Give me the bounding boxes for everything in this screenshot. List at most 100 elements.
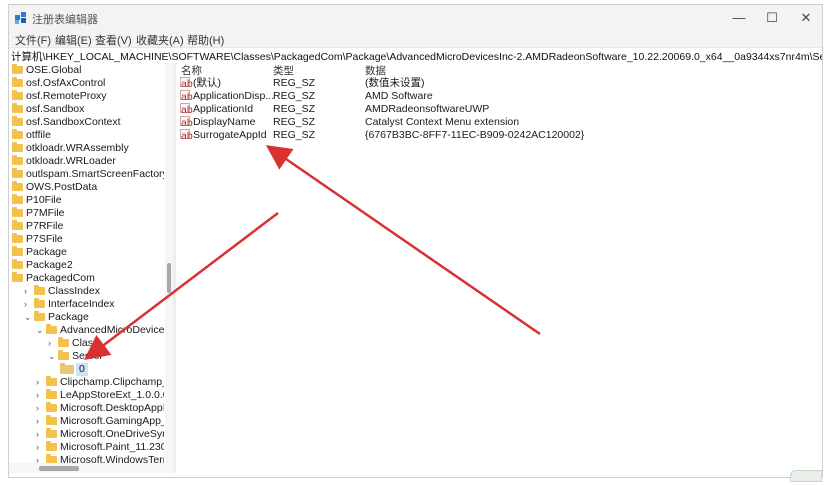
tree-item[interactable]: › Class bbox=[9, 337, 164, 350]
tree-item-label[interactable]: ClassIndex bbox=[48, 285, 100, 298]
tree-item-label[interactable]: osf.SandboxContext bbox=[26, 116, 121, 129]
tree-item[interactable]: 0 bbox=[9, 363, 164, 376]
pane-splitter[interactable] bbox=[173, 63, 176, 473]
tree-item-label[interactable]: Microsoft.Paint_11.2301.2 bbox=[60, 441, 164, 454]
tree-item-label[interactable]: Package bbox=[26, 246, 67, 259]
key-tree[interactable]: OSE.Global osf.OsfAxControl osf.RemoteProx… bbox=[9, 63, 164, 463]
tree-item-label[interactable]: PackagedCom bbox=[26, 272, 95, 285]
tree-item-label[interactable]: Microsoft.GamingApp_230 bbox=[60, 415, 164, 428]
minimize-button[interactable]: — bbox=[722, 8, 756, 28]
tree-item-label[interactable]: osf.RemoteProxy bbox=[26, 90, 107, 103]
chevron-down-icon[interactable]: ⌄ bbox=[24, 311, 32, 324]
tree-item[interactable]: OWS.PostData bbox=[9, 181, 164, 194]
tree-item-label[interactable]: P7SFile bbox=[26, 233, 63, 246]
maximize-button[interactable]: ☐ bbox=[755, 8, 789, 28]
chevron-right-icon[interactable]: › bbox=[48, 337, 51, 350]
tree-item-label[interactable]: Clipchamp.Clipchamp_2.2. bbox=[60, 376, 164, 389]
tree-item-label[interactable]: Microsoft.OneDriveSync_2 bbox=[60, 428, 164, 441]
value-row[interactable]: ab (默认) REG_SZ (数值未设置) bbox=[177, 77, 822, 90]
value-row[interactable]: ab ApplicationId REG_SZ AMDRadeonsoftwareUW… bbox=[177, 103, 822, 116]
tree-vertical-scrollbar[interactable] bbox=[165, 63, 173, 463]
chevron-right-icon[interactable]: › bbox=[36, 415, 39, 428]
tree-item[interactable]: › Clipchamp.Clipchamp_2.2. bbox=[9, 376, 164, 389]
tree-item-label[interactable]: P7RFile bbox=[26, 220, 63, 233]
tree-item-label[interactable]: 0 bbox=[76, 363, 88, 376]
chevron-right-icon[interactable]: › bbox=[36, 454, 39, 463]
tree-item-label[interactable]: otkloadr.WRLoader bbox=[26, 155, 116, 168]
tree-item[interactable]: P10File bbox=[9, 194, 164, 207]
tree-item[interactable]: P7SFile bbox=[9, 233, 164, 246]
tree-item-label[interactable]: osf.Sandbox bbox=[26, 103, 84, 116]
value-name[interactable]: DisplayName bbox=[193, 116, 255, 129]
tree-vertical-scroll-thumb[interactable] bbox=[167, 263, 171, 293]
value-name[interactable]: ApplicationId bbox=[193, 103, 253, 116]
menu-help[interactable]: 帮助(H) bbox=[187, 32, 224, 48]
tree-item[interactable]: ⌄ Package bbox=[9, 311, 164, 324]
chevron-down-icon[interactable]: ⌄ bbox=[48, 350, 56, 363]
chevron-right-icon[interactable]: › bbox=[36, 402, 39, 415]
tree-item[interactable]: P7MFile bbox=[9, 207, 164, 220]
chevron-right-icon[interactable]: › bbox=[36, 389, 39, 402]
tree-item-label[interactable]: OSE.Global bbox=[26, 64, 81, 77]
tree-item-label[interactable]: otffile bbox=[26, 129, 51, 142]
tree-item[interactable]: otkloadr.WRAssembly bbox=[9, 142, 164, 155]
tree-item[interactable]: osf.Sandbox bbox=[9, 103, 164, 116]
tree-item-label[interactable]: Microsoft.WindowsTermin bbox=[60, 454, 164, 463]
tree-item[interactable]: › LeAppStoreExt_1.0.0.0_x64 bbox=[9, 389, 164, 402]
address-path[interactable]: 计算机\HKEY_LOCAL_MACHINE\SOFTWARE\Classes\… bbox=[11, 49, 822, 64]
value-name[interactable]: ApplicationDisp... bbox=[193, 90, 274, 103]
tree-item-label[interactable]: outlspam.SmartScreenFactoryO bbox=[26, 168, 164, 181]
tree-item[interactable]: › InterfaceIndex bbox=[9, 298, 164, 311]
tree-item[interactable]: › Microsoft.OneDriveSync_2 bbox=[9, 428, 164, 441]
tree-item[interactable]: ⌄ AdvancedMicroDevicesInc bbox=[9, 324, 164, 337]
tree-item-label[interactable]: P10File bbox=[26, 194, 62, 207]
chevron-right-icon[interactable]: › bbox=[36, 376, 39, 389]
tree-item-label[interactable]: otkloadr.WRAssembly bbox=[26, 142, 129, 155]
value-row[interactable]: ab SurrogateAppId REG_SZ {6767B3BC-8FF7-11E… bbox=[177, 129, 822, 142]
tree-item[interactable]: outlspam.SmartScreenFactoryO bbox=[9, 168, 164, 181]
tree-item[interactable]: › Microsoft.WindowsTermin bbox=[9, 454, 164, 463]
tree-item-label[interactable]: Microsoft.DesktopAppInst bbox=[60, 402, 164, 415]
value-list[interactable]: 名称 类型 数据 ab (默认) REG_SZ (数值未设置) ab Applicatio… bbox=[177, 63, 822, 473]
column-header-type[interactable]: 类型 bbox=[273, 63, 294, 78]
chevron-right-icon[interactable]: › bbox=[24, 285, 27, 298]
tree-item[interactable]: PackagedCom bbox=[9, 272, 164, 285]
value-row[interactable]: ab DisplayName REG_SZ Catalyst Context Menu… bbox=[177, 116, 822, 129]
tree-item-label[interactable]: AdvancedMicroDevicesInc bbox=[60, 324, 164, 337]
tree-item[interactable]: Package2 bbox=[9, 259, 164, 272]
tree-item[interactable]: › ClassIndex bbox=[9, 285, 164, 298]
tree-item[interactable]: otffile bbox=[9, 129, 164, 142]
column-header-data[interactable]: 数据 bbox=[365, 63, 386, 78]
chevron-right-icon[interactable]: › bbox=[24, 298, 27, 311]
menu-file[interactable]: 文件(F) bbox=[15, 32, 51, 48]
tree-item[interactable]: OSE.Global bbox=[9, 64, 164, 77]
tree-item-label[interactable]: osf.OsfAxControl bbox=[26, 77, 105, 90]
tree-item[interactable]: › Microsoft.DesktopAppInst bbox=[9, 402, 164, 415]
tree-item-label[interactable]: LeAppStoreExt_1.0.0.0_x64 bbox=[60, 389, 164, 402]
column-header-name[interactable]: 名称 bbox=[181, 63, 202, 78]
tree-item-label[interactable]: Package2 bbox=[26, 259, 73, 272]
tree-item-label[interactable]: P7MFile bbox=[26, 207, 65, 220]
tree-horizontal-scrollbar[interactable] bbox=[9, 463, 173, 473]
close-button[interactable]: ✕ bbox=[789, 8, 822, 28]
value-name[interactable]: SurrogateAppId bbox=[193, 129, 267, 142]
tree-item[interactable]: osf.OsfAxControl bbox=[9, 77, 164, 90]
menu-edit[interactable]: 编辑(E) bbox=[55, 32, 92, 48]
chevron-right-icon[interactable]: › bbox=[36, 428, 39, 441]
menu-view[interactable]: 查看(V) bbox=[95, 32, 132, 48]
chevron-down-icon[interactable]: ⌄ bbox=[36, 324, 44, 337]
tree-item[interactable]: ⌄ Server bbox=[9, 350, 164, 363]
tree-item[interactable]: otkloadr.WRLoader bbox=[9, 155, 164, 168]
tree-item[interactable]: osf.SandboxContext bbox=[9, 116, 164, 129]
value-row[interactable]: ab ApplicationDisp... REG_SZ AMD Software bbox=[177, 90, 822, 103]
value-name[interactable]: (默认) bbox=[193, 77, 221, 90]
tree-item-label[interactable]: Class bbox=[72, 337, 98, 350]
tree-horizontal-scroll-thumb[interactable] bbox=[39, 466, 79, 471]
tree-item-label[interactable]: InterfaceIndex bbox=[48, 298, 115, 311]
tree-item[interactable]: › Microsoft.GamingApp_230 bbox=[9, 415, 164, 428]
tree-item[interactable]: Package bbox=[9, 246, 164, 259]
tree-item-label[interactable]: OWS.PostData bbox=[26, 181, 97, 194]
tree-item[interactable]: osf.RemoteProxy bbox=[9, 90, 164, 103]
tree-item-label[interactable]: Server bbox=[72, 350, 103, 363]
address-bar[interactable]: 计算机\HKEY_LOCAL_MACHINE\SOFTWARE\Classes\… bbox=[9, 47, 822, 64]
